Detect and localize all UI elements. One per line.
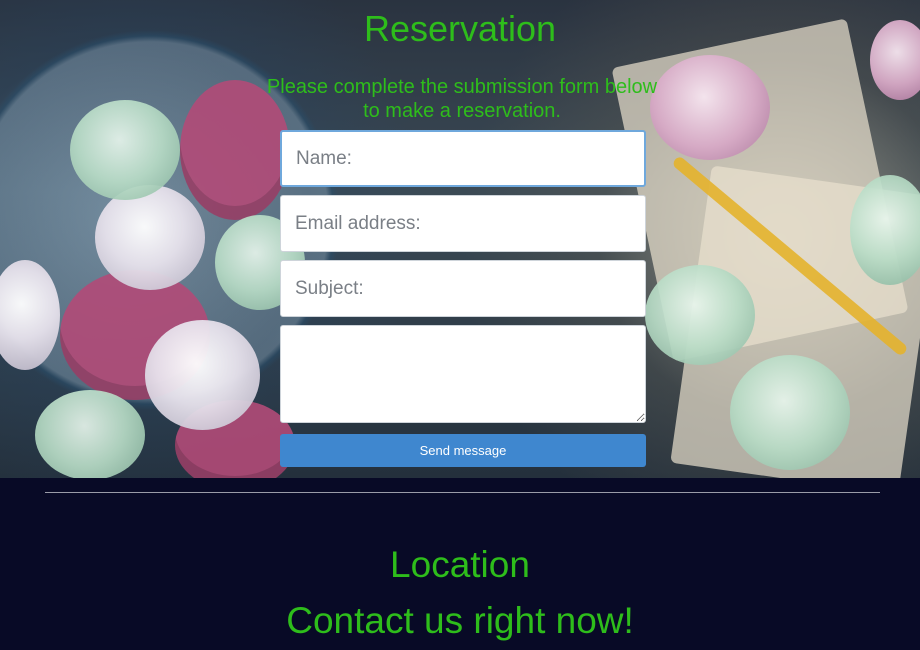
meringue-decoration (95, 185, 205, 290)
contact-heading: Contact us right now! (286, 600, 634, 641)
send-message-button[interactable]: Send message (280, 434, 646, 467)
meringue-decoration (850, 175, 920, 285)
meringue-decoration (730, 355, 850, 470)
meringue-decoration (650, 55, 770, 160)
location-heading: Location (390, 544, 530, 585)
email-input[interactable] (280, 195, 646, 252)
name-input[interactable] (280, 130, 646, 187)
reservation-title: Reservation (363, 8, 557, 49)
meringue-decoration (70, 100, 180, 200)
meringue-decoration (35, 390, 145, 478)
meringue-decoration (645, 265, 755, 365)
message-textarea[interactable] (280, 325, 646, 423)
section-divider (45, 492, 880, 493)
meringue-decoration (145, 320, 260, 430)
subject-input[interactable] (280, 260, 646, 317)
reservation-subtitle: Please complete the submission form belo… (266, 76, 658, 122)
